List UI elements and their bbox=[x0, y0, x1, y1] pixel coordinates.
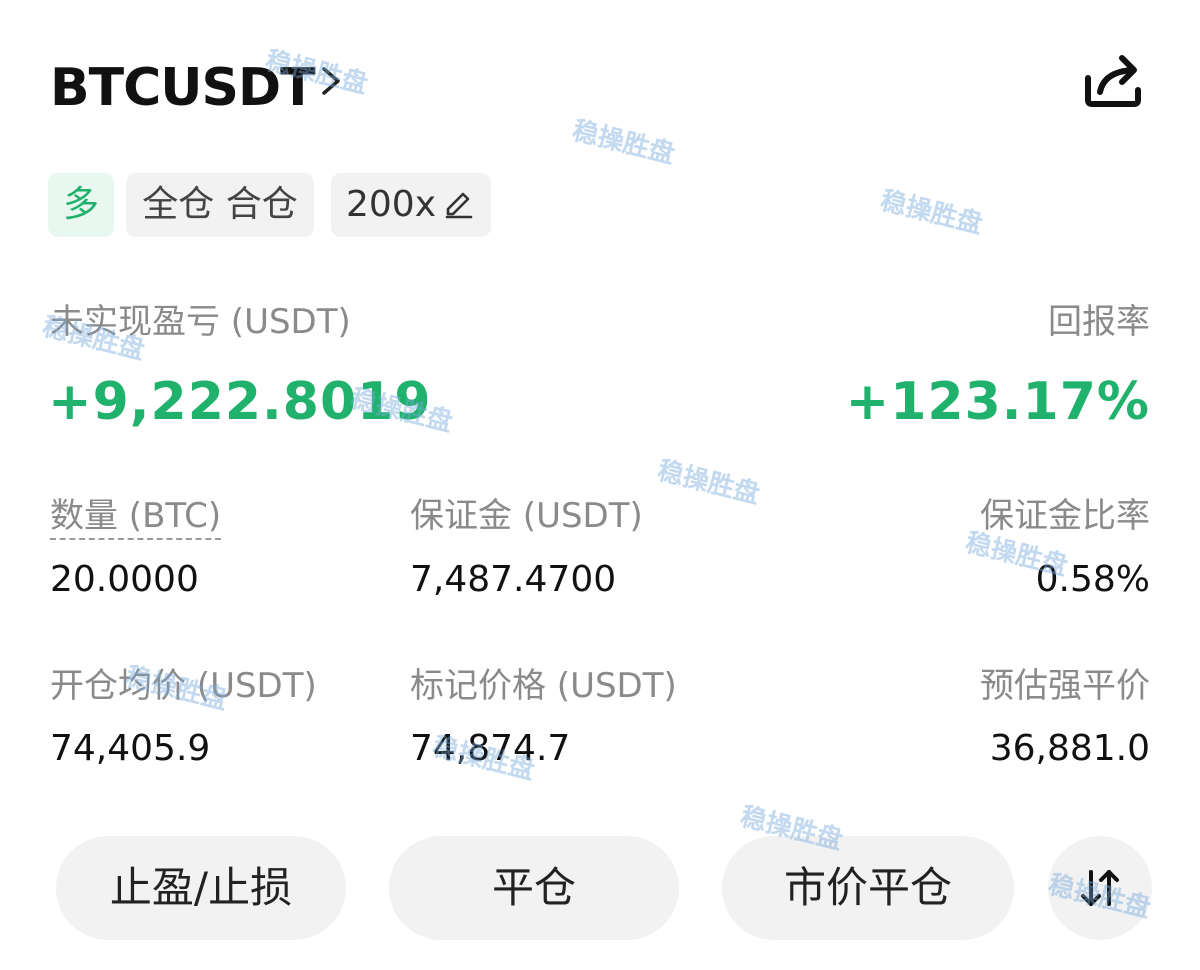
mark-price-label: 标记价格 (USDT) bbox=[410, 666, 677, 706]
chevron-right-icon[interactable] bbox=[318, 66, 344, 96]
side-tag: 多 bbox=[48, 173, 114, 237]
unrealized-pnl-value: +9,222.8019 bbox=[48, 372, 432, 432]
quantity-label[interactable]: 数量 (BTC) bbox=[50, 494, 222, 540]
close-position-button[interactable]: 平仓 bbox=[389, 836, 679, 940]
leverage-tag[interactable]: 200x bbox=[331, 173, 491, 237]
edit-pencil-icon[interactable] bbox=[444, 187, 474, 219]
leverage-value: 200x bbox=[346, 184, 437, 225]
margin-mode-tag[interactable]: 全仓 合仓 bbox=[126, 173, 314, 237]
quantity-label-text: 数量 (BTC) bbox=[50, 496, 222, 540]
watermark: 稳操胜盘 bbox=[877, 185, 986, 241]
reverse-position-button[interactable] bbox=[1048, 836, 1152, 940]
margin-ratio-value: 0.58% bbox=[1035, 559, 1150, 600]
watermark: 稳操胜盘 bbox=[654, 455, 763, 511]
mark-price-value: 74,874.7 bbox=[410, 728, 571, 769]
liquidation-price-label: 预估强平价 bbox=[980, 666, 1150, 706]
unrealized-pnl-label: 未实现盈亏 (USDT) bbox=[50, 302, 351, 342]
share-icon[interactable] bbox=[1080, 48, 1146, 110]
liquidation-price-value: 36,881.0 bbox=[989, 728, 1150, 769]
entry-price-value: 74,405.9 bbox=[50, 728, 211, 769]
roe-value: +123.17% bbox=[845, 372, 1150, 432]
tp-sl-button[interactable]: 止盈/止损 bbox=[56, 836, 346, 940]
market-close-button[interactable]: 市价平仓 bbox=[722, 836, 1014, 940]
margin-label: 保证金 (USDT) bbox=[410, 496, 643, 536]
margin-ratio-label: 保证金比率 bbox=[980, 496, 1150, 536]
roe-label: 回报率 bbox=[1048, 302, 1150, 342]
watermark: 稳操胜盘 bbox=[569, 115, 678, 171]
symbol-title[interactable]: BTCUSDT bbox=[50, 58, 316, 118]
quantity-value: 20.0000 bbox=[50, 559, 199, 600]
entry-price-label: 开仓均价 (USDT) bbox=[50, 666, 317, 706]
swap-arrows-icon bbox=[1081, 870, 1119, 906]
margin-value: 7,487.4700 bbox=[410, 559, 617, 600]
